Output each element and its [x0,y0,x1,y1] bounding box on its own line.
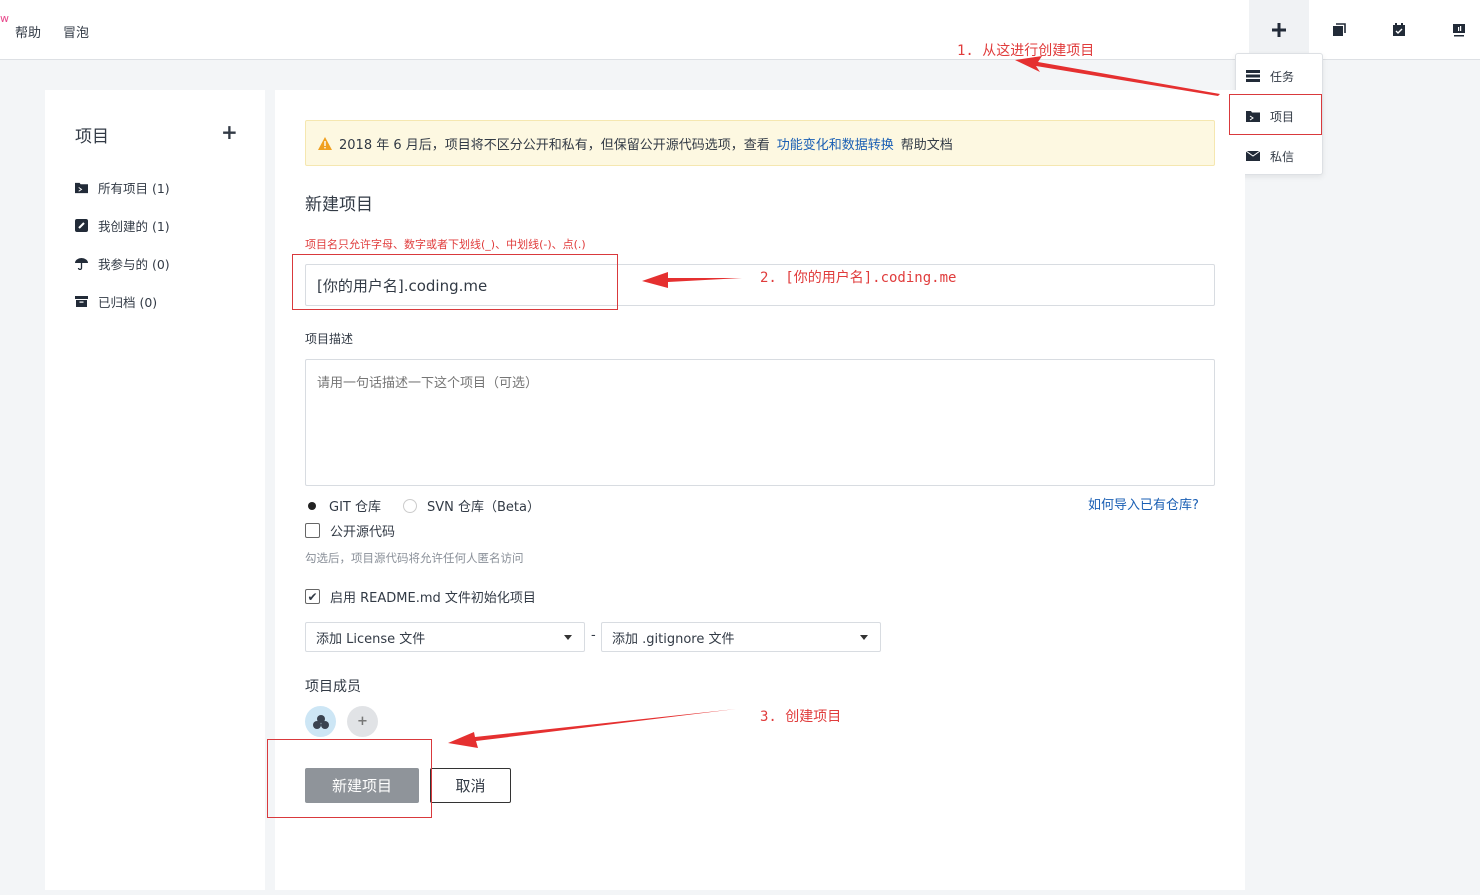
arrow-step3 [448,709,736,748]
arrow-step1 [1015,56,1220,96]
annotation-arrows [0,0,1480,895]
arrow-step2 [642,272,742,288]
